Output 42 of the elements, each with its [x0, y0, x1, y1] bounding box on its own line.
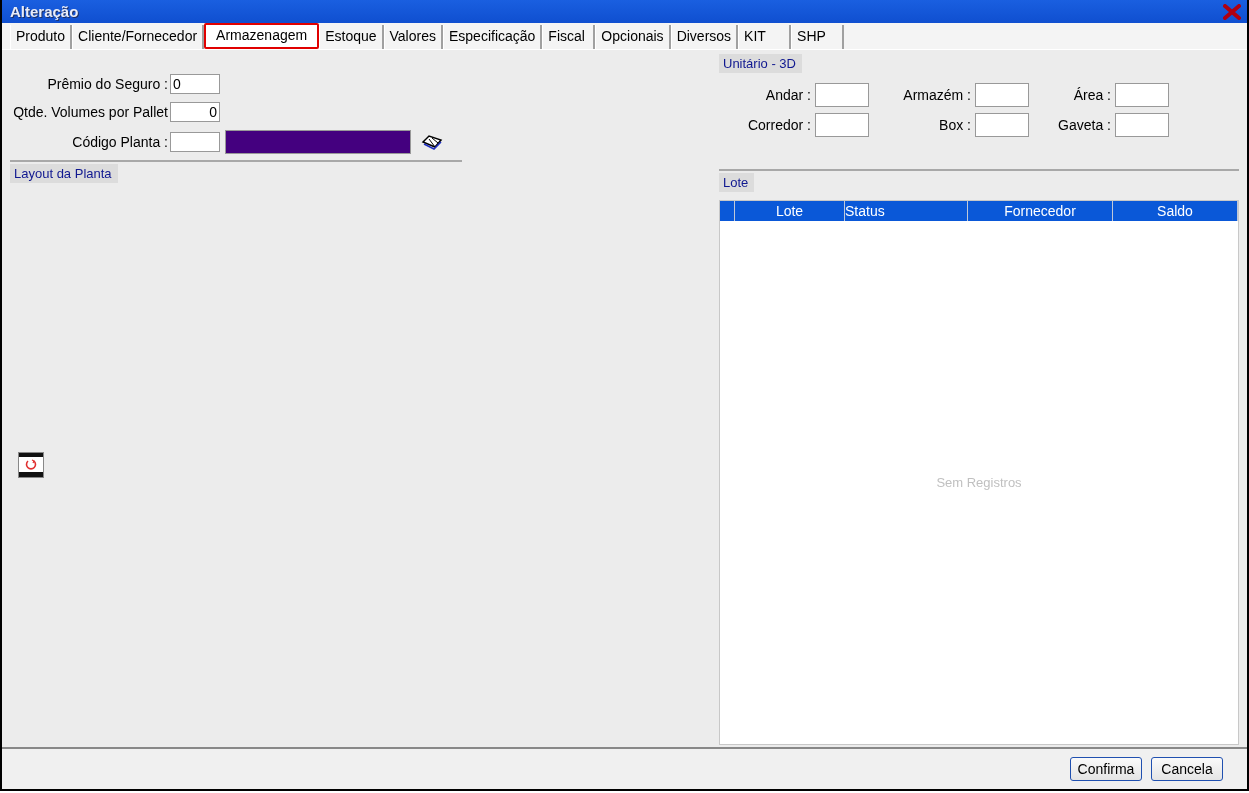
column-header[interactable]: Lote — [735, 201, 845, 221]
tab[interactable]: Fiscal — [542, 25, 596, 49]
input-field[interactable]: 0 — [170, 102, 220, 122]
tab[interactable]: Opcionais — [595, 25, 671, 49]
field-label: Área : — [1073, 87, 1111, 103]
field-label: Corredor : — [747, 117, 811, 133]
input-field[interactable] — [1115, 113, 1169, 137]
input-field[interactable] — [815, 113, 869, 137]
section-title: Unitário - 3D — [719, 54, 802, 73]
image-refresh-icon[interactable] — [18, 452, 44, 478]
section-title: Lote — [719, 173, 755, 192]
tab[interactable]: Valores — [383, 25, 443, 49]
tab[interactable]: Produto — [10, 25, 73, 49]
tab[interactable]: SHP — [791, 25, 845, 49]
input-field[interactable] — [170, 132, 220, 152]
window-title: Alteração — [10, 3, 79, 20]
tab[interactable]: Diversos — [670, 25, 739, 49]
close-icon[interactable] — [1223, 3, 1241, 20]
confirm-button[interactable]: Confirma — [1070, 757, 1142, 781]
tab[interactable]: Especificação — [442, 25, 543, 49]
cancel-button[interactable]: Cancela — [1151, 757, 1223, 781]
tab[interactable]: Estoque — [319, 25, 384, 49]
column-header[interactable]: Saldo — [1113, 201, 1238, 221]
book-icon[interactable] — [421, 134, 443, 150]
column-header[interactable]: Status — [845, 201, 968, 221]
column-header[interactable]: Fornecedor — [968, 201, 1113, 221]
empty-message: Sem Registros — [936, 475, 1022, 490]
field-label: Gaveta : — [1058, 117, 1111, 133]
tab[interactable]: Armazenagem — [204, 23, 320, 49]
field-label: Armazém : — [903, 87, 971, 103]
section-title: Layout da Planta — [10, 164, 118, 183]
input-field[interactable] — [1115, 83, 1169, 107]
input-field[interactable]: 0 — [170, 74, 220, 94]
tab[interactable]: KIT — [738, 25, 792, 49]
field-label: Qtde. Volumes por Pallet — [12, 104, 168, 120]
field-label: Prêmio do Seguro : — [46, 76, 168, 92]
field-label: Andar : — [765, 87, 811, 103]
field-label: Box : — [939, 117, 971, 133]
input-field[interactable] — [815, 83, 869, 107]
input-field[interactable] — [975, 113, 1029, 137]
input-field[interactable] — [975, 83, 1029, 107]
field-label: Código Planta : — [71, 134, 168, 150]
